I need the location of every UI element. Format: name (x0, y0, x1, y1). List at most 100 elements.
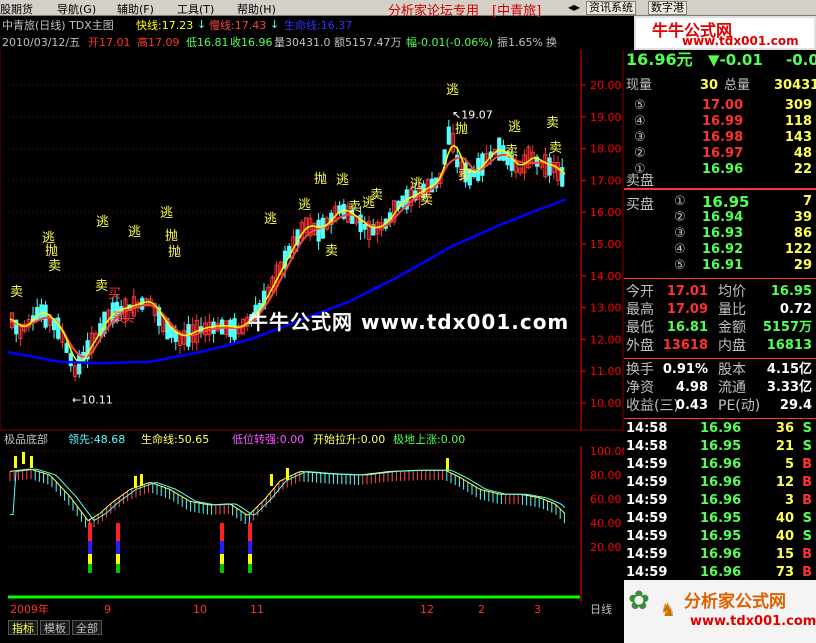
tick-row: 14:59 16.95 40 S (624, 528, 816, 546)
bottom-signal-red (88, 523, 92, 541)
tick-dir: S (802, 529, 812, 544)
signal-label: 抛 (168, 245, 181, 260)
tab-indicator[interactable]: 指标 (8, 620, 38, 635)
signal-label: 逃 (264, 212, 277, 227)
stat-value: 16.95 (770, 284, 812, 299)
tick-price: 16.95 (700, 529, 742, 544)
flower-icon: ✿ (628, 586, 650, 616)
stat-row: 净资 4.98 流通 3.33亿 (624, 380, 816, 396)
candle-body (316, 219, 321, 242)
candle-body (39, 304, 44, 320)
stat-value: 13618 (662, 338, 708, 353)
tick-price: 16.95 (700, 511, 742, 526)
signal-label: 逃 (446, 83, 459, 98)
indicator-name: 极品底部 (4, 433, 48, 446)
indicator-chart[interactable]: 100.00 80.00 60.00 40.00 20.00 (0, 446, 624, 616)
stat-value: 17.09 (666, 302, 708, 317)
menu-item-futures[interactable]: 股期货 (0, 1, 33, 17)
digital-port-button[interactable]: 数字港 (648, 1, 687, 15)
total-vol-label: 总量 (724, 78, 751, 93)
time-label: 11 (250, 603, 264, 616)
ask-price: 16.98 (702, 130, 744, 145)
tab-template[interactable]: 模板 (40, 620, 70, 635)
menu-item-help[interactable]: 帮助(H) (237, 1, 276, 17)
period-label[interactable]: 日线 (590, 603, 612, 616)
ask-price: 16.96 (702, 162, 744, 177)
ask-price: 17.00 (702, 98, 744, 113)
info-system-button[interactable]: 资讯系统 (586, 1, 636, 15)
top-signal-bar (22, 452, 25, 464)
stat-label: PE(动) (718, 398, 761, 414)
bid-price: 16.94 (702, 210, 744, 225)
tick-price: 16.96 (700, 547, 742, 562)
candle-body (43, 304, 48, 328)
top-signal-bar (286, 468, 289, 480)
last-price: 16.96元 (626, 50, 693, 69)
stat-row: 今开 17.01 均价 16.95 (624, 284, 816, 300)
bottom-signal-yellow (88, 554, 92, 564)
indicator-axis-label: 40.00 (590, 517, 622, 530)
stat-row: 最低 16.81 金额 5157万 (624, 320, 816, 336)
bid-vol: 39 (793, 210, 812, 225)
axis-label: 12.00 (590, 333, 622, 346)
watermark-logo: 牛牛公式网 www.tdx001.com (634, 16, 816, 50)
menu-item-tools[interactable]: 工具(T) (177, 1, 214, 17)
stat-label: 收益(三) (626, 398, 679, 414)
signal-label: 卖 (370, 188, 383, 203)
tick-row: 14:59 16.96 15 B (624, 546, 816, 564)
bottom-signal-blue (248, 541, 252, 554)
axis-label: 18.00 (590, 143, 622, 156)
price-change: ▼-0.01 (708, 51, 763, 69)
tick-time: 14:59 (626, 511, 668, 526)
tick-time: 14:58 (626, 421, 668, 436)
menu-item-navigate[interactable]: 导航(G) (57, 1, 96, 17)
signal-label: 卖 (325, 244, 338, 259)
bid-level: ⑤ (674, 258, 686, 273)
tick-vol: 21 (775, 439, 794, 454)
divider (624, 418, 816, 419)
tick-vol: 36 (775, 421, 794, 436)
tick-row: 14:58 16.95 21 S (624, 438, 816, 456)
arrows-icon[interactable]: ◂▸ (568, 0, 580, 14)
price-chart[interactable]: 20.00 19.00 18.00 17.00 16.00 15.00 14.00 13.00… (0, 50, 624, 450)
tick-time: 14:59 (626, 475, 668, 490)
bid-price: 16.93 (702, 226, 744, 241)
stat-value: 0.43 (675, 398, 708, 413)
bottom-signal-green (116, 564, 120, 573)
menu-item-assist[interactable]: 辅助(F) (117, 1, 154, 17)
bid-level: ③ (674, 226, 686, 241)
stat-label: 换手 (626, 362, 654, 378)
axis-label: 16.00 (590, 206, 622, 219)
stat-label: 最高 (626, 302, 654, 318)
bottom-signal-blue (220, 541, 224, 554)
stat-value: 5157万 (762, 320, 812, 335)
bid-row: ② 16.94 39 (624, 210, 816, 226)
divider (624, 358, 816, 359)
price-row: 16.96元 ▼-0.01 -0.06 (624, 51, 816, 71)
ask-level: ④ (634, 114, 646, 129)
candle-body (362, 223, 367, 230)
cow-icon: ♞ (660, 600, 677, 621)
bottom-signal-yellow (116, 554, 120, 564)
ask-vol: 48 (793, 146, 812, 161)
signal-label: 抛 (455, 122, 468, 137)
bid-row: ③ 16.93 86 (624, 226, 816, 242)
window-title-tag: [中青旅] (492, 4, 542, 19)
bar-extra: 换 (546, 36, 557, 49)
time-label: 12 (420, 603, 434, 616)
signal-label: 卖 (10, 285, 23, 300)
signal-label: 买 (122, 311, 135, 326)
tick-vol: 40 (775, 511, 794, 526)
stat-label: 今开 (626, 284, 654, 300)
signal-label: 卖 (348, 200, 361, 215)
bar-change: 幅-0.01(-0.06%) (406, 36, 493, 49)
bottom-logo: ✿ ♞ 分析家公式网 www.tdx001.com (624, 580, 816, 643)
candle-body (446, 126, 451, 145)
bottom-signal-yellow (248, 554, 252, 564)
tick-time: 14:59 (626, 529, 668, 544)
bottom-signal-green (248, 564, 252, 573)
tab-all[interactable]: 全部 (72, 620, 102, 635)
quote-panel: 16.96元 ▼-0.01 -0.06 现量 30 总量 30431 ⑤ 17.0… (624, 16, 816, 598)
tick-time: 14:59 (626, 457, 668, 472)
ask-row: ④ 16.99 118 (624, 114, 816, 130)
